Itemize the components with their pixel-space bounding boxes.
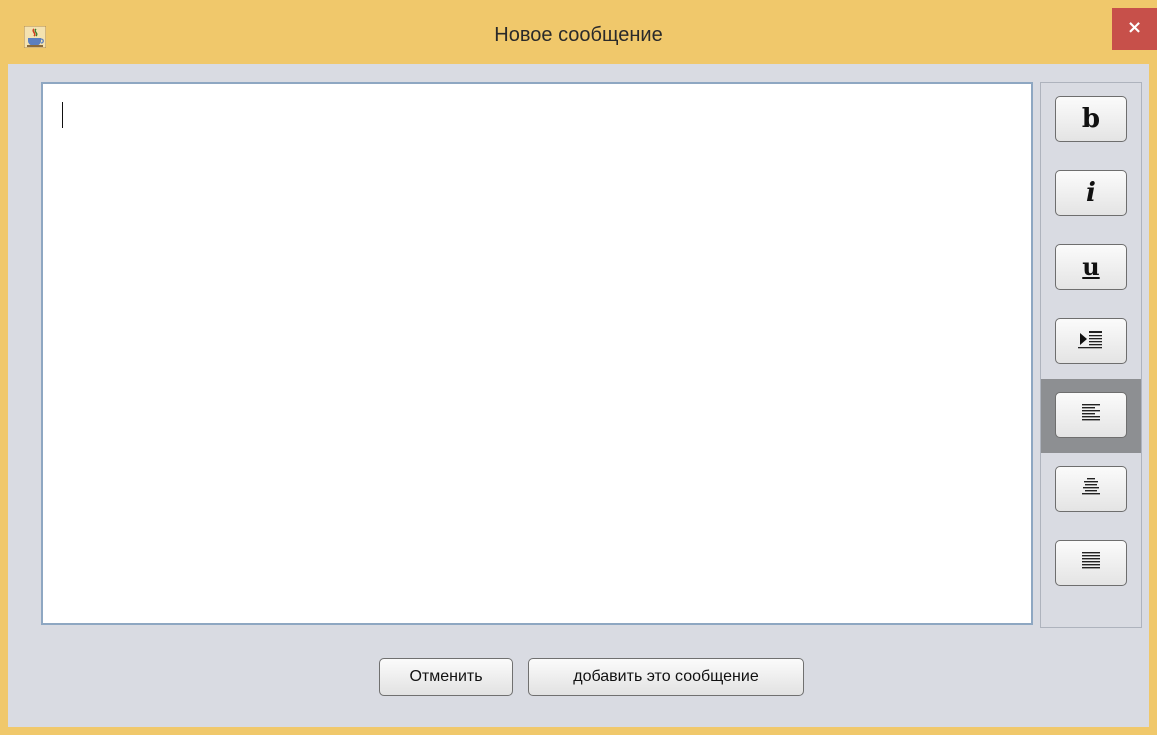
formatting-toolbar: b i u (1040, 82, 1142, 628)
tool-slot-indent (1041, 305, 1141, 379)
align-center-button[interactable] (1055, 466, 1127, 512)
tool-slot-underline: u (1041, 231, 1141, 305)
italic-label: i (1086, 178, 1096, 208)
tool-slot-align-left (1041, 379, 1141, 453)
bold-button[interactable]: b (1055, 96, 1127, 142)
indent-button[interactable] (1055, 318, 1127, 364)
text-caret (62, 102, 63, 128)
dialog-window: Новое сообщение × b i u Отменить добавит… (0, 0, 1157, 735)
align-right-button[interactable] (1055, 540, 1127, 586)
dialog-content: b i u Отменить добавить это сообщение (8, 64, 1149, 727)
tool-slot-align-right (1041, 527, 1141, 601)
tool-slot-align-center (1041, 453, 1141, 527)
bold-label: b (1081, 104, 1101, 134)
add-message-button[interactable]: добавить это сообщение (528, 658, 804, 696)
underline-label: u (1082, 252, 1100, 281)
align-left-icon (1080, 402, 1102, 429)
title-bar[interactable]: Новое сообщение × (0, 0, 1157, 64)
close-button[interactable]: × (1112, 8, 1157, 50)
align-left-button[interactable] (1055, 392, 1127, 438)
italic-button[interactable]: i (1055, 170, 1127, 216)
underline-button[interactable]: u (1055, 244, 1127, 290)
align-center-icon (1080, 476, 1102, 503)
message-text-area[interactable] (41, 82, 1033, 625)
cancel-button[interactable]: Отменить (379, 658, 513, 696)
align-right-icon (1080, 550, 1102, 577)
tool-slot-bold: b (1041, 83, 1141, 157)
indent-icon (1078, 328, 1104, 355)
window-title: Новое сообщение (494, 24, 663, 46)
tool-slot-italic: i (1041, 157, 1141, 231)
